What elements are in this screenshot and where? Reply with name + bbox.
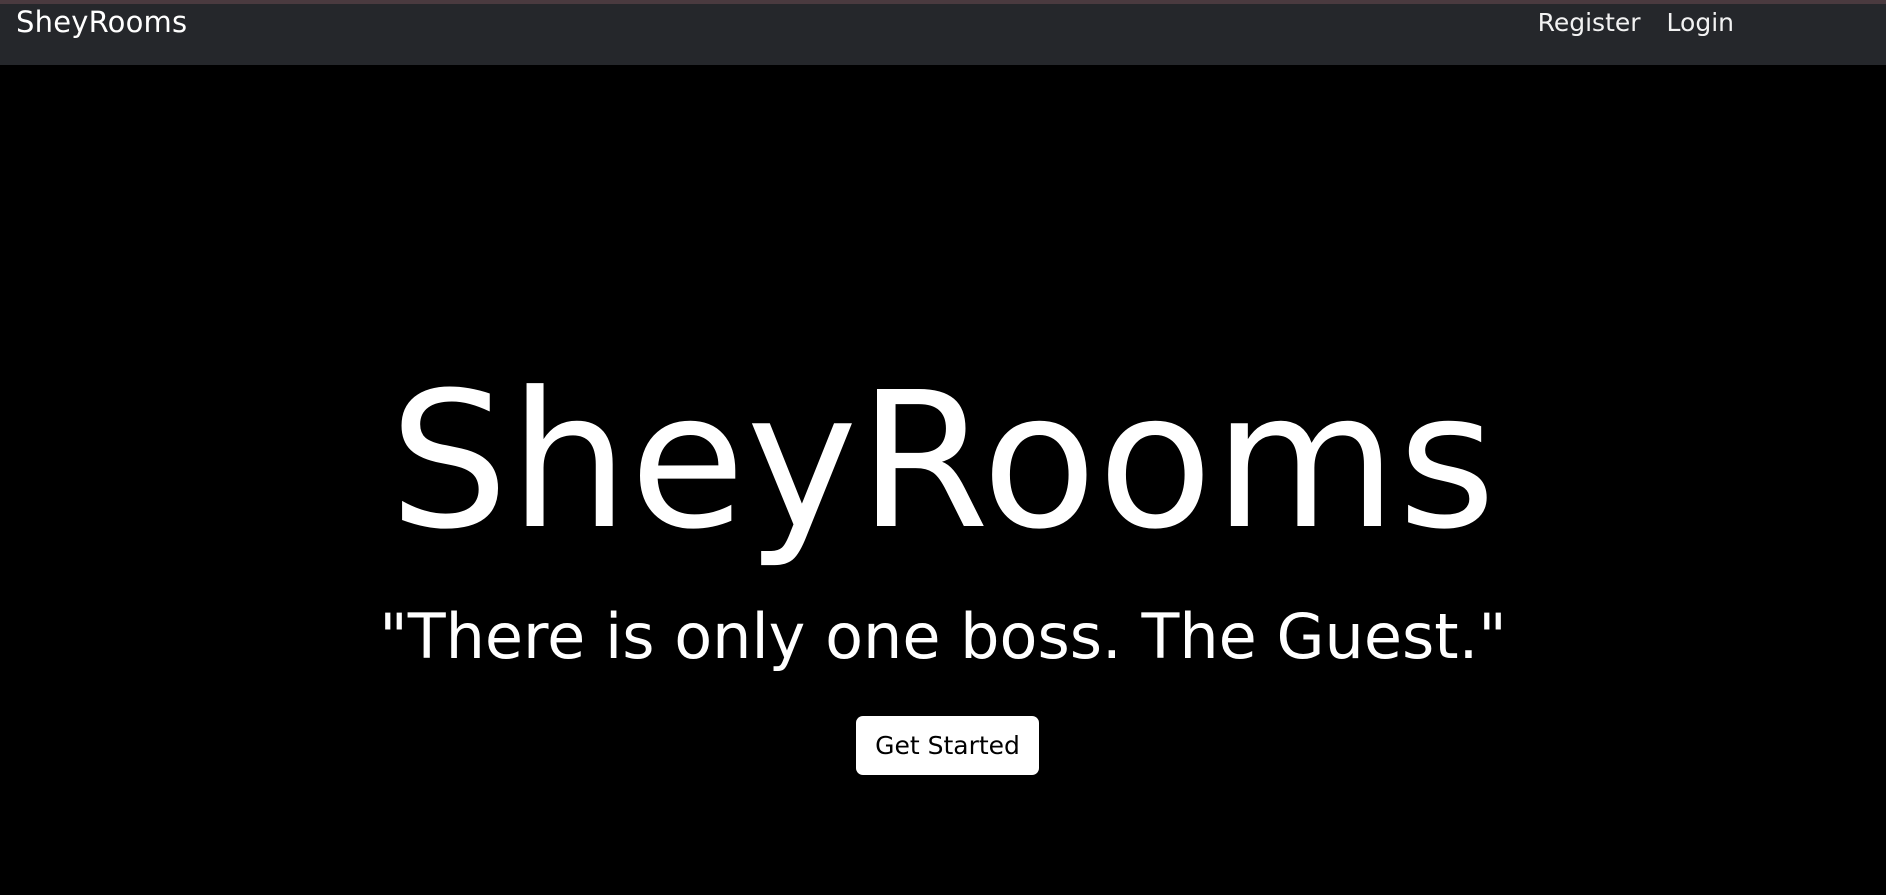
brand-logo-link[interactable]: SheyRooms [16, 4, 187, 40]
hero-title: SheyRooms [389, 352, 1497, 571]
get-started-button[interactable]: Get Started [856, 716, 1039, 775]
nav-links: Register Login [1538, 6, 1734, 40]
login-link[interactable]: Login [1667, 6, 1734, 40]
hero-quote: "There is only one boss. The Guest." [379, 600, 1507, 673]
navbar: SheyRooms Register Login [0, 4, 1886, 65]
register-link[interactable]: Register [1538, 6, 1641, 40]
